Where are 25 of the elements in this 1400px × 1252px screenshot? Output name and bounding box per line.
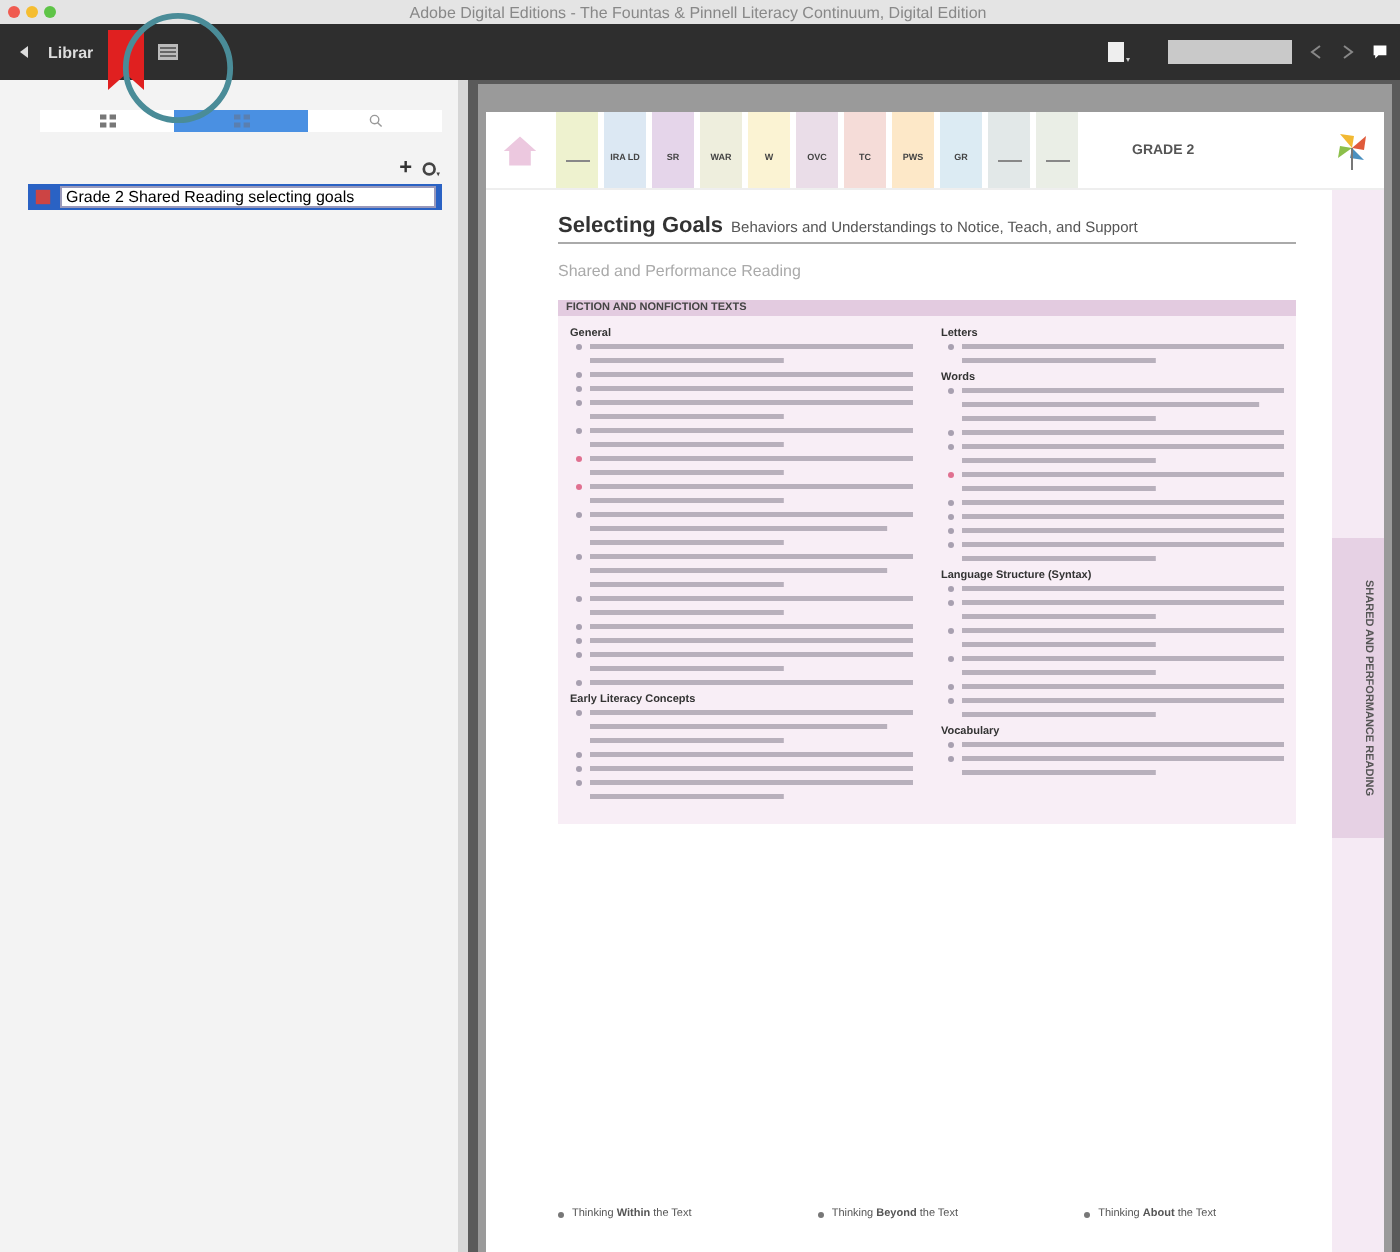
close-light-icon[interactable] xyxy=(8,6,20,18)
comment-icon[interactable] xyxy=(1372,44,1388,60)
bookmark-name-field[interactable]: Grade 2 Shared Reading selecting goals xyxy=(60,186,436,208)
highlight-circle xyxy=(120,10,236,126)
previous-page-icon[interactable] xyxy=(1308,44,1324,60)
bookmarks-icon xyxy=(233,114,249,128)
pinwheel-icon[interactable] xyxy=(1332,128,1372,172)
back-arrow-icon[interactable] xyxy=(16,44,32,60)
section-title: Shared and Performance Reading xyxy=(558,262,803,280)
window-title: Adobe Digital Editions - The Fountas & Pinnell Literacy Continuum, Digital Edition xyxy=(407,3,989,21)
settings-icon[interactable] xyxy=(420,159,442,177)
bullet-icon xyxy=(817,1211,824,1217)
page-heading: Selecting Goals xyxy=(558,214,724,238)
add-bookmark-button[interactable]: + xyxy=(399,156,412,180)
next-page-icon[interactable] xyxy=(1340,44,1356,60)
page-number-field[interactable] xyxy=(1168,40,1292,64)
page-view-icon[interactable] xyxy=(1108,40,1132,64)
bullet-icon xyxy=(1084,1211,1091,1217)
bullet-icon xyxy=(558,1211,564,1217)
list-icon[interactable] xyxy=(157,44,178,60)
grid-icon xyxy=(99,114,115,128)
search-icon xyxy=(367,114,383,128)
bookmark-item[interactable]: Grade 2 Shared Reading selecting goals xyxy=(28,184,442,210)
library-button[interactable]: Librar xyxy=(48,43,94,61)
bookmark-item-icon xyxy=(34,188,52,206)
